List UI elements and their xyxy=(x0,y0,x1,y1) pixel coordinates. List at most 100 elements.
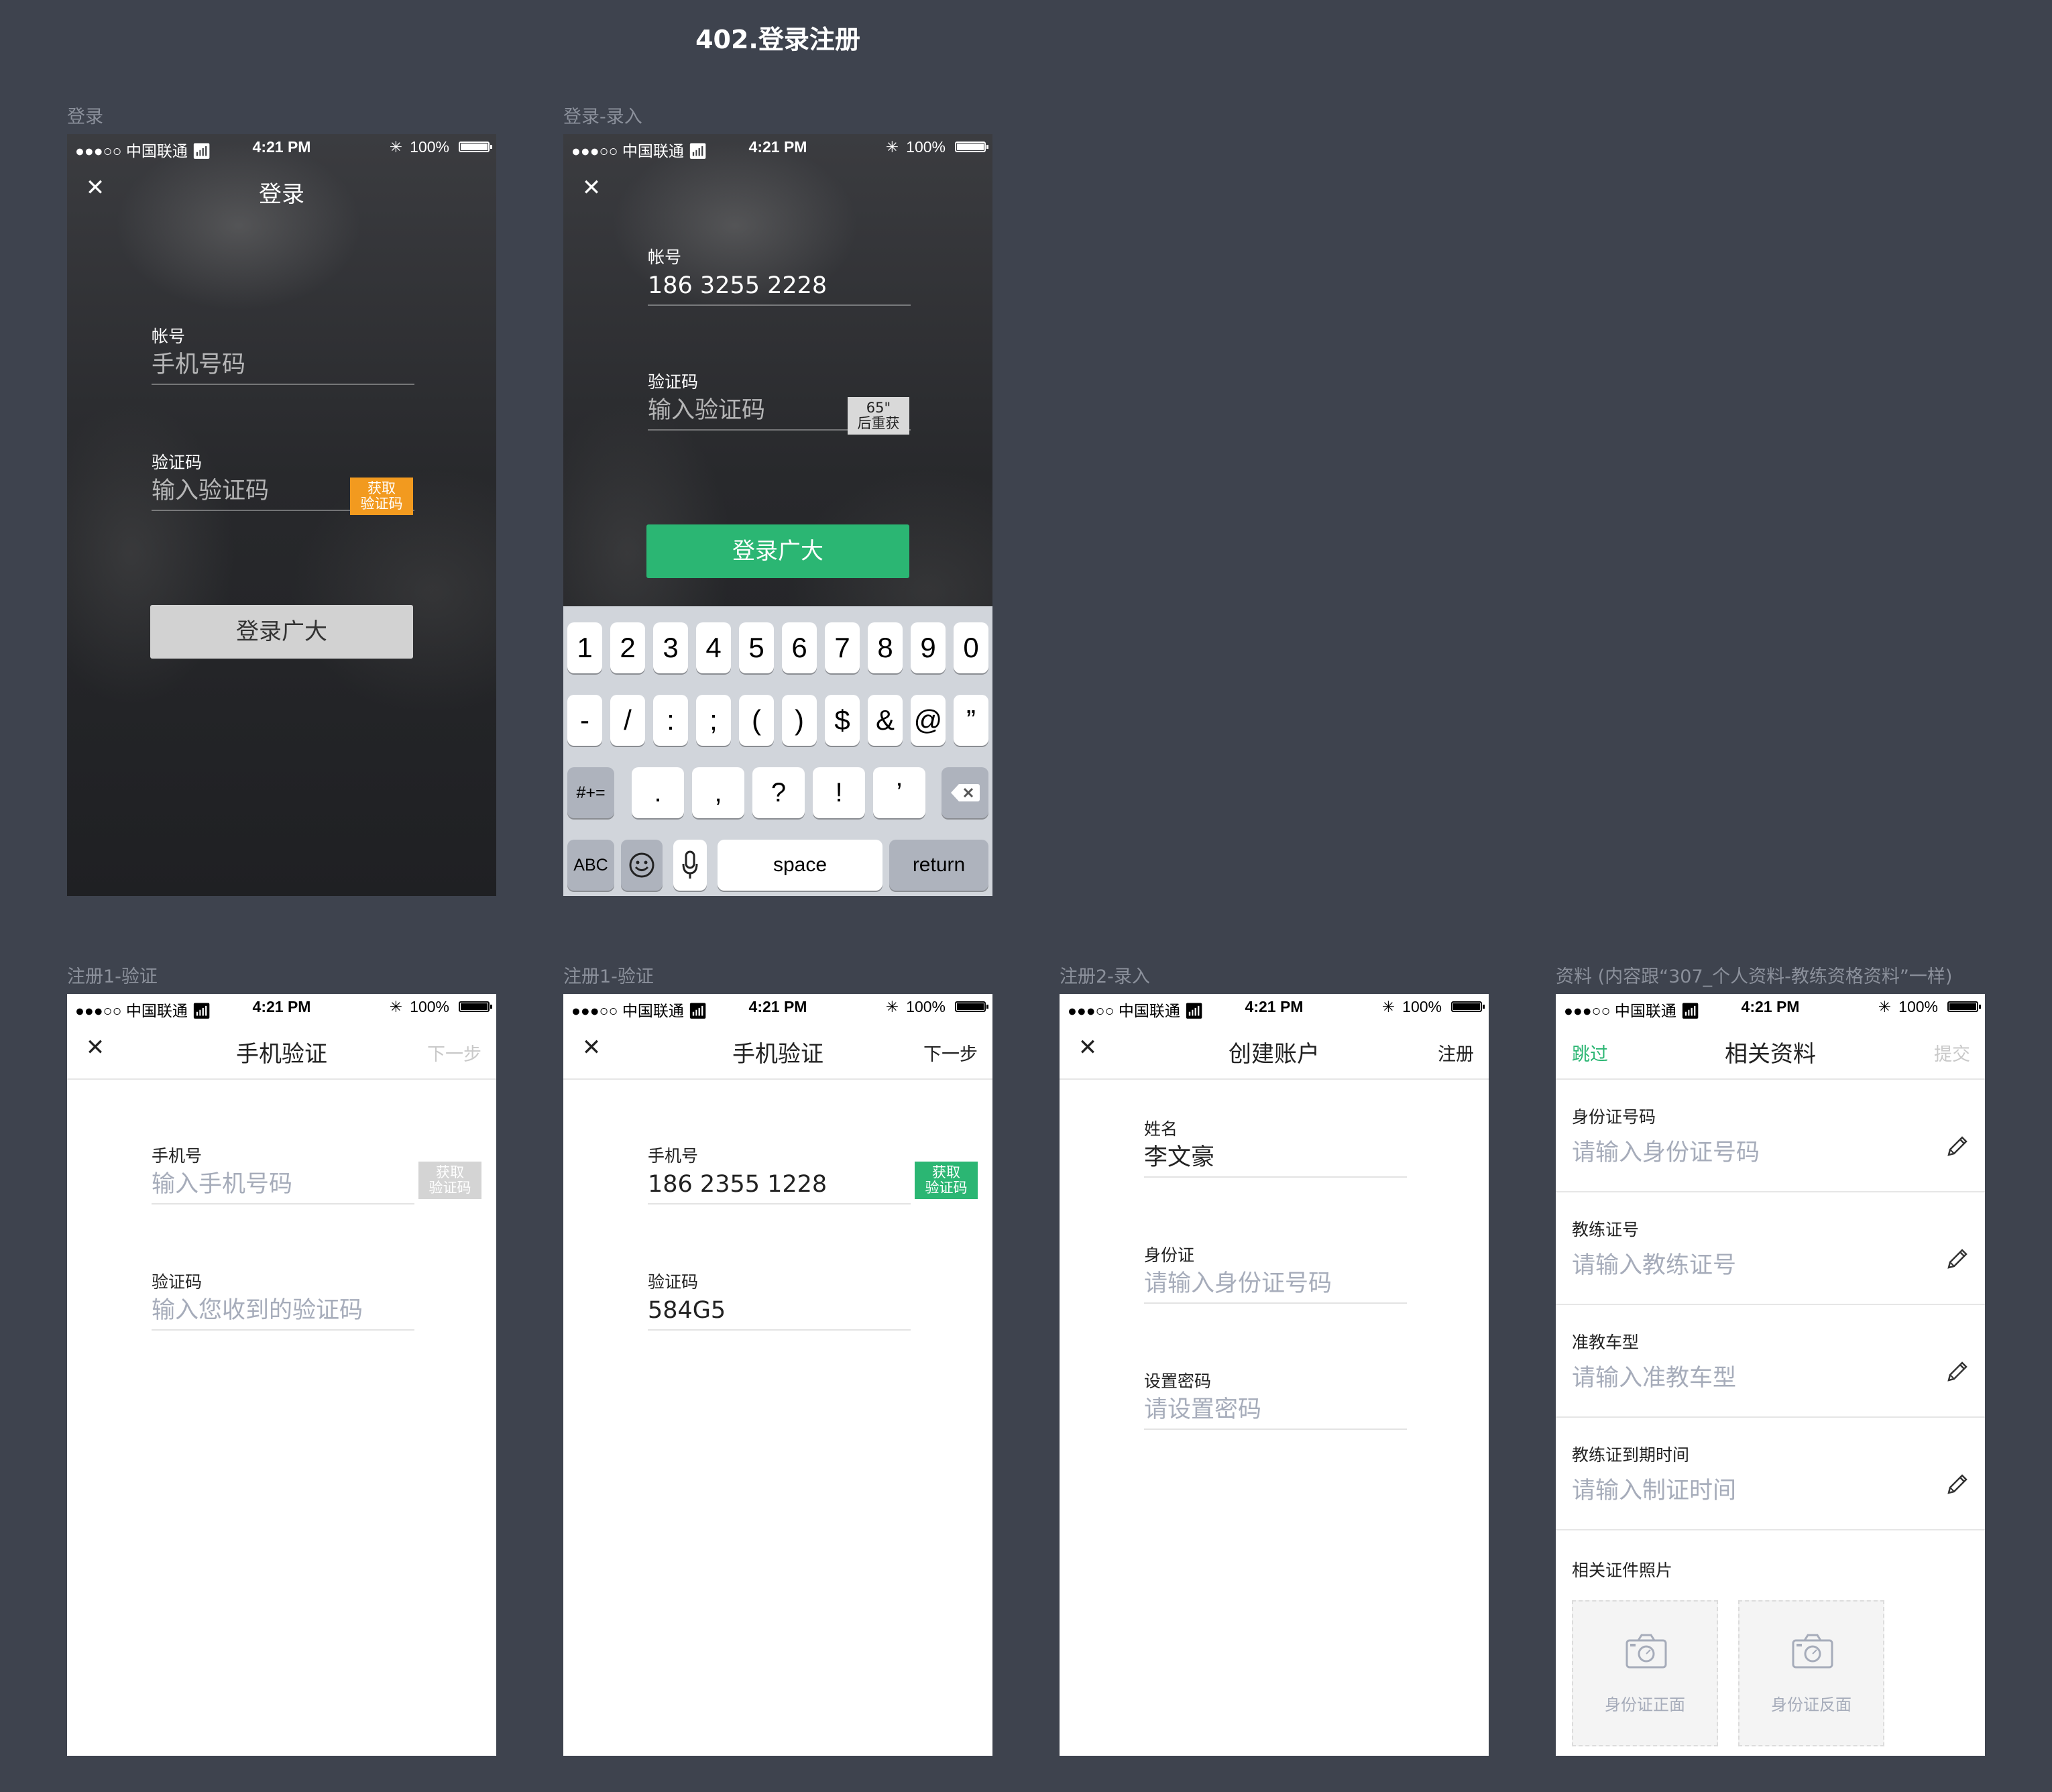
name-field[interactable]: 姓名 李文豪 xyxy=(1144,1116,1407,1178)
phone-label: 手机号 xyxy=(152,1146,203,1166)
password-input[interactable]: 请设置密码 xyxy=(1144,1391,1407,1429)
submit-button[interactable]: 提交 xyxy=(1934,1040,1970,1066)
key-quote[interactable]: ” xyxy=(954,695,988,746)
get-code-button[interactable]: 获取 验证码 xyxy=(915,1162,978,1199)
key-6[interactable]: 6 xyxy=(782,622,817,673)
pencil-icon[interactable] xyxy=(1943,1359,1970,1386)
name-input[interactable]: 李文豪 xyxy=(1144,1139,1407,1176)
status-bar: ●●●○○ 中国联通 📶︎ 4:21 PM ✳︎ 100% xyxy=(563,134,992,161)
get-code-button[interactable]: 获取 验证码 xyxy=(350,478,413,515)
key-dash[interactable]: - xyxy=(567,695,602,746)
account-field[interactable]: 帐号 手机号码 xyxy=(152,323,414,385)
phone-input[interactable]: 186 2355 1228 xyxy=(648,1166,911,1203)
phone-field[interactable]: 手机号 186 2355 1228 xyxy=(648,1143,911,1205)
list-item[interactable]: 身份证号码 请输入身份证号码 xyxy=(1556,1080,1985,1192)
key-at[interactable]: @ xyxy=(911,695,946,746)
field-input[interactable]: 请输入准教车型 xyxy=(1572,1359,1736,1393)
phone-label: 手机号 xyxy=(648,1146,699,1166)
nav-bar: ✕ 登录 xyxy=(67,161,496,220)
get-code-button[interactable]: 获取 验证码 xyxy=(418,1162,481,1199)
id-back-upload[interactable]: 身份证反面 xyxy=(1738,1600,1884,1746)
status-bar: ●●●○○ 中国联通 📶︎ 4:21 PM ✳︎ 100% xyxy=(563,994,992,1021)
key-space[interactable]: space xyxy=(718,840,882,891)
key-ampersand[interactable]: & xyxy=(868,695,903,746)
battery-icon xyxy=(459,142,492,152)
key-apostrophe[interactable]: ’ xyxy=(873,767,925,818)
battery-text: 100% xyxy=(1402,998,1442,1015)
key-7[interactable]: 7 xyxy=(825,622,860,673)
microphone-icon[interactable] xyxy=(673,840,707,891)
phone-login-input: ●●●○○ 中国联通 📶︎ 4:21 PM ✳︎ 100% ✕ 帐号 186 32… xyxy=(563,134,992,896)
close-icon[interactable]: ✕ xyxy=(578,174,605,201)
account-field[interactable]: 帐号 186 3255 2228 xyxy=(648,244,911,306)
key-5[interactable]: 5 xyxy=(739,622,774,673)
next-button[interactable]: 下一步 xyxy=(427,1040,481,1066)
key-semicolon[interactable]: ; xyxy=(696,695,731,746)
key-question[interactable]: ? xyxy=(752,767,805,818)
id-front-upload[interactable]: 身份证正面 xyxy=(1572,1600,1718,1746)
key-4[interactable]: 4 xyxy=(696,622,731,673)
bluetooth-icon: ✳︎ xyxy=(389,998,402,1015)
get-code-line1: 获取 xyxy=(367,480,396,496)
next-button[interactable]: 下一步 xyxy=(923,1040,978,1066)
key-0[interactable]: 0 xyxy=(954,622,988,673)
phone-field[interactable]: 手机号 输入手机号码 xyxy=(152,1143,414,1205)
key-1[interactable]: 1 xyxy=(567,622,602,673)
key-8[interactable]: 8 xyxy=(868,622,903,673)
key-3[interactable]: 3 xyxy=(653,622,688,673)
emoji-icon[interactable] xyxy=(621,840,663,891)
key-slash[interactable]: / xyxy=(610,695,645,746)
pencil-icon[interactable] xyxy=(1943,1133,1970,1160)
key-2[interactable]: 2 xyxy=(610,622,645,673)
key-9[interactable]: 9 xyxy=(911,622,946,673)
key-return[interactable]: return xyxy=(889,840,988,891)
key-rparen[interactable]: ) xyxy=(782,695,817,746)
id-field[interactable]: 身份证 请输入身份证号码 xyxy=(1144,1242,1407,1304)
nav-bar: ✕ 手机验证 下一步 xyxy=(563,1021,992,1080)
password-field[interactable]: 设置密码 请设置密码 xyxy=(1144,1368,1407,1430)
register-button[interactable]: 注册 xyxy=(1438,1040,1474,1066)
list-item[interactable]: 准教车型 请输入准教车型 xyxy=(1556,1305,1985,1418)
photo-back-caption: 身份证反面 xyxy=(1771,1695,1851,1714)
account-label: 帐号 xyxy=(648,247,682,267)
key-colon[interactable]: : xyxy=(653,695,688,746)
frame-label-login: 登录 xyxy=(67,107,103,127)
key-symbols-toggle[interactable]: #+= xyxy=(567,767,614,818)
code-input[interactable]: 输入您收到的验证码 xyxy=(152,1292,414,1329)
status-bar: ●●●○○ 中国联通 📶︎ 4:21 PM ✳︎ 100% xyxy=(67,134,496,161)
code-input[interactable]: 584G5 xyxy=(648,1292,911,1329)
get-code-line1: 获取 xyxy=(436,1164,464,1180)
battery-icon xyxy=(459,1001,492,1012)
frame-label-register1-empty: 注册1-验证 xyxy=(67,966,158,987)
key-exclaim[interactable]: ! xyxy=(813,767,865,818)
account-label: 帐号 xyxy=(152,327,186,346)
id-input[interactable]: 请输入身份证号码 xyxy=(1144,1265,1407,1302)
pencil-icon[interactable] xyxy=(1943,1246,1970,1273)
field-input[interactable]: 请输入制证时间 xyxy=(1572,1471,1736,1506)
code-field[interactable]: 验证码 输入您收到的验证码 xyxy=(152,1269,414,1331)
field-input[interactable]: 请输入身份证号码 xyxy=(1572,1133,1760,1168)
code-label: 验证码 xyxy=(152,1272,203,1292)
nav-title: 创建账户 xyxy=(1229,1041,1320,1068)
key-abc[interactable]: ABC xyxy=(567,840,614,891)
account-input[interactable]: 手机号码 xyxy=(152,346,414,384)
key-dollar[interactable]: $ xyxy=(825,695,860,746)
key-lparen[interactable]: ( xyxy=(739,695,774,746)
field-input[interactable]: 请输入教练证号 xyxy=(1572,1246,1736,1280)
backspace-icon[interactable] xyxy=(942,767,988,818)
code-label: 验证码 xyxy=(152,453,203,472)
account-input[interactable]: 186 3255 2228 xyxy=(648,267,911,304)
phone-profile: ●●●○○ 中国联通 📶︎ 4:21 PM ✳︎ 100% 跳过 相关资料 提交 … xyxy=(1556,994,1985,1756)
login-button[interactable]: 登录广大 xyxy=(646,524,909,578)
code-field[interactable]: 验证码 584G5 xyxy=(648,1269,911,1331)
key-period[interactable]: . xyxy=(632,767,684,818)
pencil-icon[interactable] xyxy=(1943,1471,1970,1498)
key-comma[interactable]: , xyxy=(692,767,744,818)
list-item[interactable]: 教练证号 请输入教练证号 xyxy=(1556,1192,1985,1305)
bluetooth-icon: ✳︎ xyxy=(1878,998,1891,1015)
list-item[interactable]: 教练证到期时间 请输入制证时间 xyxy=(1556,1418,1985,1530)
login-button[interactable]: 登录广大 xyxy=(150,605,413,659)
phone-input[interactable]: 输入手机号码 xyxy=(152,1166,414,1203)
photo-front-caption: 身份证正面 xyxy=(1605,1695,1685,1714)
nav-title: 相关资料 xyxy=(1725,1041,1816,1068)
